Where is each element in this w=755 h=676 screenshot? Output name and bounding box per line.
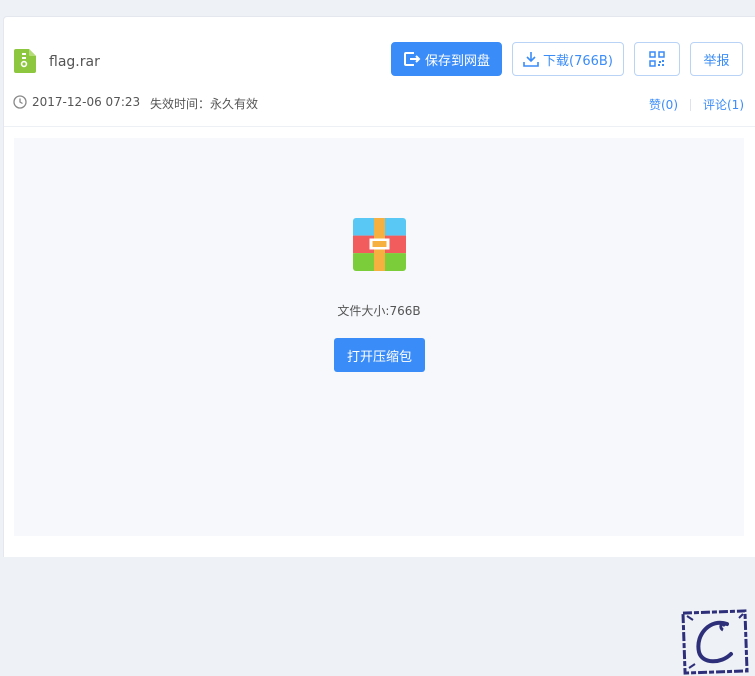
upload-time-text: 2017-12-06 07:23	[32, 95, 141, 109]
rar-archive-icon	[353, 218, 406, 271]
zip-file-icon	[14, 49, 36, 73]
report-button[interactable]: 举报	[690, 42, 743, 76]
open-archive-button[interactable]: 打开压缩包	[334, 338, 425, 372]
header-divider	[4, 126, 755, 127]
report-label: 举报	[703, 53, 730, 69]
file-name: flag.rar	[49, 54, 100, 70]
save-to-disk-label: 保存到网盘	[424, 53, 490, 69]
file-size-text: 文件大小:766B	[337, 304, 421, 318]
file-share-card: flag.rar 保存到网盘 下载(766B) 举报 2017-12-06 07…	[3, 16, 755, 675]
signature-stamp-watermark	[681, 609, 749, 675]
download-icon	[523, 52, 539, 67]
link-divider	[690, 98, 691, 111]
save-to-disk-icon	[403, 52, 421, 66]
qr-code-button[interactable]	[634, 42, 680, 76]
download-button[interactable]: 下载(766B)	[512, 42, 624, 76]
comment-link[interactable]: 评论(1)	[703, 96, 744, 113]
download-label: 下载(766B)	[543, 53, 613, 69]
social-links: 赞(0) 评论(1)	[649, 96, 744, 113]
qr-code-icon	[649, 51, 665, 67]
like-link[interactable]: 赞(0)	[649, 96, 678, 113]
save-to-disk-button[interactable]: 保存到网盘	[391, 42, 502, 76]
upload-time: 2017-12-06 07:23	[13, 95, 140, 109]
clock-icon	[13, 95, 27, 109]
archive-preview: 文件大小:766B 打开压缩包	[14, 138, 749, 675]
expire-time: 失效时间：永久有效	[150, 97, 259, 111]
